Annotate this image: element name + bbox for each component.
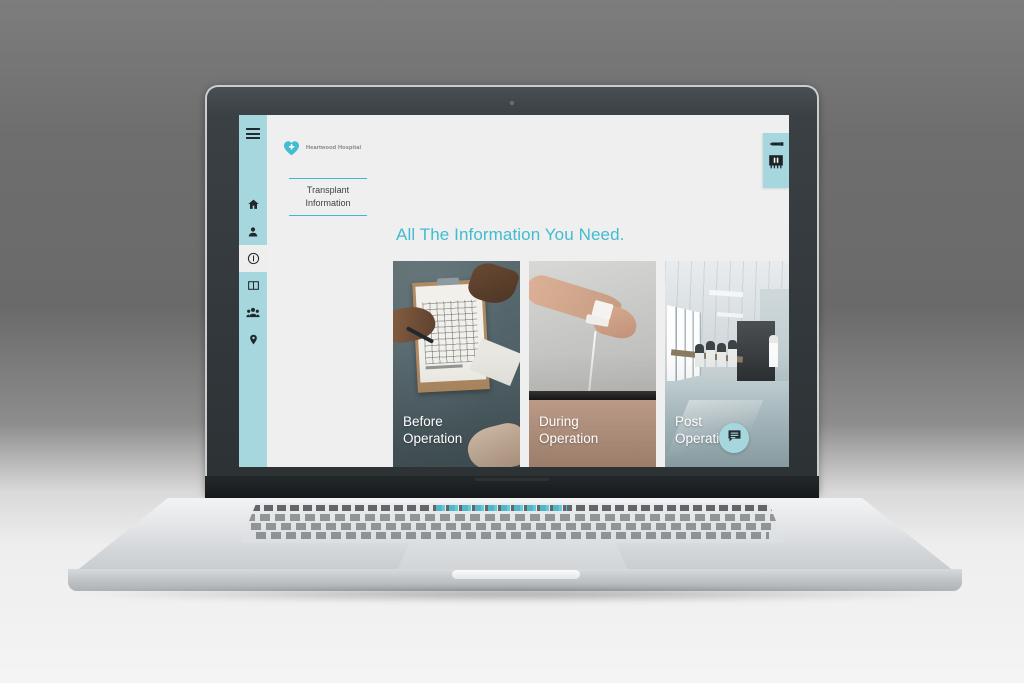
laptop-front-notch xyxy=(452,570,580,579)
card-caption-before-operation: Before Operation xyxy=(403,414,462,447)
book-icon xyxy=(247,279,260,292)
page-headline: All The Information You Need. xyxy=(396,225,625,244)
laptop-lid: Heartwood Hospital Transplant Informatio… xyxy=(205,85,819,495)
laptop-drop-shadow xyxy=(78,586,954,602)
card-gradient-overlay xyxy=(529,354,656,467)
sidebar-item-community[interactable] xyxy=(239,299,267,326)
card-during-operation[interactable]: During Operation xyxy=(529,261,656,467)
card-caption-line2: Operation xyxy=(403,430,463,446)
brand-lockup[interactable]: Heartwood Hospital xyxy=(267,115,789,161)
card-caption-line2: Operation xyxy=(539,430,599,446)
hamburger-bar xyxy=(246,128,260,130)
sidebar-item-home[interactable] xyxy=(239,191,267,218)
hamburger-menu-icon[interactable] xyxy=(246,128,260,139)
sidebar-item-resources[interactable] xyxy=(239,272,267,299)
hamburger-bar xyxy=(246,137,260,139)
laptop-mockup: Heartwood Hospital Transplant Informatio… xyxy=(0,0,1024,683)
person-icon xyxy=(247,226,259,238)
info-icon xyxy=(247,252,260,265)
location-pin-icon xyxy=(248,333,259,346)
card-caption-line1: Before xyxy=(403,414,443,430)
webcam-icon xyxy=(510,101,514,105)
people-icon xyxy=(246,306,260,320)
card-caption-during-operation: During Operation xyxy=(539,414,598,447)
key-row xyxy=(250,523,775,530)
hamburger-bar xyxy=(246,132,260,135)
card-gradient-overlay xyxy=(393,354,520,467)
keyboard[interactable] xyxy=(240,503,785,543)
card-caption-line1: During xyxy=(539,414,579,430)
home-icon xyxy=(247,198,260,211)
sidebar-nav-list xyxy=(239,191,267,353)
key-row xyxy=(245,514,780,521)
brand-name: Heartwood Hospital xyxy=(306,145,362,151)
chat-bubble-icon xyxy=(727,429,742,448)
page-tab-line2: Information xyxy=(305,198,351,209)
page-tab-transplant-information[interactable]: Transplant Information xyxy=(289,178,367,217)
pencil-icon[interactable] xyxy=(769,139,784,149)
sidebar-item-patients[interactable] xyxy=(239,218,267,245)
app-sidebar xyxy=(239,115,267,467)
screenshot-stage: Heartwood Hospital Transplant Informatio… xyxy=(0,0,1024,683)
right-ribbon-toolbar xyxy=(763,133,789,188)
card-before-operation[interactable]: Before Operation xyxy=(393,261,520,467)
screen-viewport: Heartwood Hospital Transplant Informatio… xyxy=(239,115,789,467)
chat-button[interactable] xyxy=(719,423,749,453)
sidebar-item-locations[interactable] xyxy=(239,326,267,353)
heart-plus-icon xyxy=(283,140,300,156)
app-main-content: Heartwood Hospital Transplant Informatio… xyxy=(267,115,789,467)
sidebar-item-information[interactable] xyxy=(239,245,267,272)
page-tab-line1: Transplant xyxy=(306,185,350,195)
function-key-row-highlighted xyxy=(436,505,567,511)
key-row xyxy=(256,532,769,539)
bookmark-icon[interactable] xyxy=(768,154,784,170)
